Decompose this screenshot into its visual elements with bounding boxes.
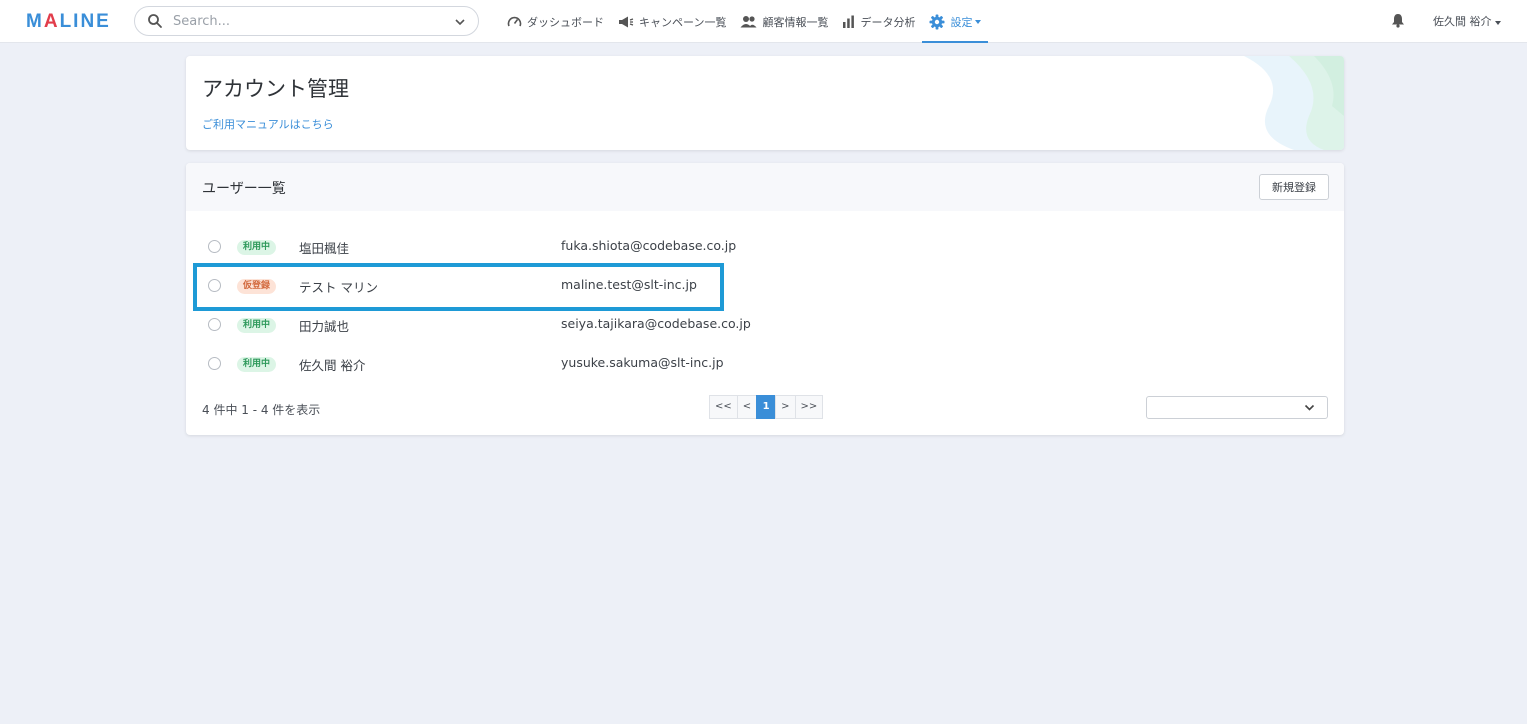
top-navbar: MALINE ダッシュボード キャンペーン一覧 (0, 0, 1527, 43)
user-radio[interactable] (208, 240, 221, 253)
user-email: seiya.tajikara@codebase.co.jp (561, 316, 751, 331)
per-page-select[interactable] (1146, 396, 1328, 419)
gauge-icon (507, 16, 522, 26)
nav-dashboard-label: ダッシュボード (527, 15, 604, 29)
status-badge: 利用中 (237, 318, 277, 333)
caret-down-icon (975, 19, 982, 24)
user-row[interactable]: 利用中 塩田楓佳 fuka.shiota@codebase.co.jp (186, 228, 1344, 266)
new-registration-button[interactable]: 新規登録 (1259, 174, 1329, 200)
chevron-down-icon[interactable] (454, 16, 466, 28)
page-current-button[interactable]: 1 (756, 395, 777, 419)
user-radio[interactable] (208, 318, 221, 331)
results-summary: 4 件中 1 - 4 件を表示 (202, 403, 321, 417)
user-menu[interactable]: 佐久間 裕介 (1433, 13, 1501, 29)
highlight-box (193, 263, 724, 311)
status-badge: 利用中 (237, 357, 277, 372)
user-name: 佐久間 裕介 (299, 358, 366, 373)
megaphone-icon (619, 16, 634, 27)
user-name: 佐久間 裕介 (1433, 15, 1492, 28)
chevron-down-icon (1304, 404, 1315, 411)
bell-icon[interactable] (1391, 13, 1405, 28)
caret-down-icon (1494, 21, 1501, 25)
account-header-card: アカウント管理 ご利用マニュアルはこちら (186, 56, 1344, 150)
page-prev-button[interactable]: < (736, 395, 758, 419)
manual-link[interactable]: ご利用マニュアルはこちら (202, 116, 334, 132)
nav-settings-label: 設定 (950, 15, 973, 29)
nav-customers[interactable]: 顧客情報一覧 (733, 0, 835, 43)
nav-dashboard[interactable]: ダッシュボード (500, 0, 611, 43)
page-first-button[interactable]: << (709, 395, 738, 419)
nav-customers-label: 顧客情報一覧 (762, 15, 829, 29)
gear-icon (929, 14, 945, 29)
users-title: ユーザー一覧 (202, 181, 286, 197)
bar-chart-icon (843, 15, 855, 28)
main-nav: ダッシュボード キャンペーン一覧 顧客情報一覧 データ分析 設定 (500, 0, 989, 43)
user-email: fuka.shiota@codebase.co.jp (561, 238, 737, 253)
nav-settings[interactable]: 設定 (922, 0, 989, 43)
page-title: アカウント管理 (202, 77, 349, 101)
users-card-header: ユーザー一覧 新規登録 (186, 163, 1344, 211)
page-next-button[interactable]: > (775, 395, 796, 419)
search-input[interactable] (173, 12, 433, 30)
user-email: yusuke.sakuma@slt-inc.jp (561, 355, 724, 370)
nav-campaigns-label: キャンペーン一覧 (639, 15, 727, 29)
nav-analytics[interactable]: データ分析 (835, 0, 922, 43)
nav-campaigns[interactable]: キャンペーン一覧 (611, 0, 733, 43)
nav-analytics-label: データ分析 (860, 15, 916, 29)
pagination: << < 1 > >> (709, 395, 824, 419)
status-badge: 利用中 (237, 240, 277, 255)
search-box[interactable] (134, 6, 479, 36)
page-last-button[interactable]: >> (794, 395, 824, 419)
user-radio[interactable] (208, 357, 221, 370)
user-name: 塩田楓佳 (299, 241, 350, 256)
maline-logo[interactable]: MALINE (26, 11, 111, 33)
user-name: 田力誠也 (299, 319, 350, 334)
user-row[interactable]: 利用中 田力誠也 seiya.tajikara@codebase.co.jp (186, 306, 1344, 344)
users-icon (740, 16, 757, 28)
user-row[interactable]: 利用中 佐久間 裕介 yusuke.sakuma@slt-inc.jp (186, 345, 1344, 383)
search-icon (148, 14, 162, 28)
decorative-wave (1244, 56, 1344, 150)
